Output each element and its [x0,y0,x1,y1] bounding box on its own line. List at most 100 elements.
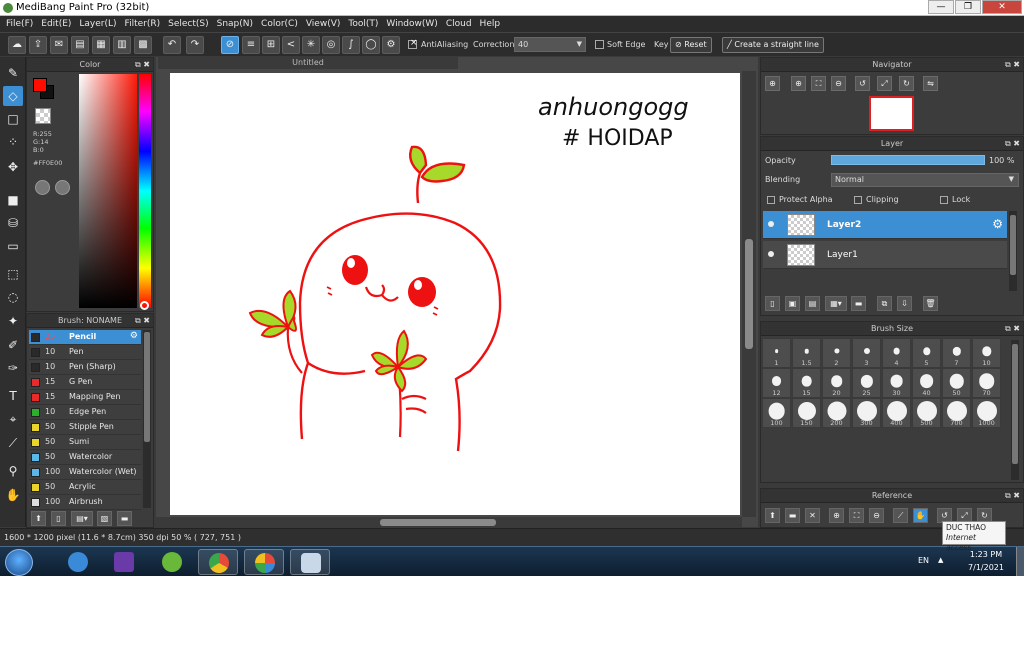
brush-size-cell[interactable]: 2 [822,338,851,368]
magic-wand-tool-icon[interactable]: ✦ [3,311,23,331]
document-icon[interactable]: ▦ [92,36,110,54]
taskbar-internet-explorer[interactable] [58,549,98,575]
cross-snap-icon[interactable]: ⊞ [262,36,280,54]
menu-item-colorc[interactable]: Color(C) [259,16,304,32]
ellipse-snap-icon[interactable]: ◯ [362,36,380,54]
brush-item[interactable]: 15 G Pen [29,375,141,390]
brush-item[interactable]: 100 Watercolor (Wet) [29,465,141,480]
protect-alpha-checkbox[interactable] [767,196,775,204]
menu-item-cloud[interactable]: Cloud [444,16,478,32]
rectangle-tool-icon[interactable]: □ [3,109,23,129]
radial-snap-icon[interactable]: ✳ [302,36,320,54]
delete-layer-icon[interactable]: 🗑 [923,296,938,311]
brush-item[interactable]: 50 Stipple Pen [29,420,141,435]
layer-list-scrollbar[interactable] [1009,211,1017,291]
brush-size-cell[interactable]: 10 [972,338,1001,368]
menu-item-help[interactable]: Help [478,16,507,32]
operation-tool-icon[interactable]: ⌖ [3,409,23,429]
parallel-snap-icon[interactable]: ≡ [242,36,260,54]
panel-close-icon[interactable]: ⧉ ✖ [135,314,150,328]
hue-slider[interactable] [139,74,151,308]
brush-size-cell[interactable]: 30 [882,368,911,398]
flip-icon[interactable]: ⇋ [923,76,938,91]
brush-item[interactable]: 10 Pen (Sharp) [29,360,141,375]
navigator-thumbnail[interactable] [869,96,914,131]
zoom-out-icon[interactable]: ⊖ [831,76,846,91]
text-tool-icon[interactable]: T [3,386,23,406]
correction-select[interactable]: 40 ▼ [514,37,586,52]
brush-size-cell[interactable]: 12 [762,368,791,398]
brush-tool-icon[interactable]: ✎ [3,63,23,83]
scrollbar-thumb[interactable] [144,332,150,442]
brush-size-cell[interactable]: 1000 [972,398,1001,428]
brush-size-cell[interactable]: 20 [822,368,851,398]
brush-size-scrollbar[interactable] [1011,340,1019,480]
snap-off-icon[interactable]: ⊘ [221,36,239,54]
panel-close-icon[interactable]: ⧉ ✖ [135,58,150,72]
close-reference-icon[interactable]: ✕ [805,508,820,523]
color-picker-icon[interactable] [55,180,70,195]
divide-tool-icon[interactable]: ⟋ [3,433,23,453]
saturation-value-picker[interactable] [79,74,137,308]
clock-date[interactable]: 7/1/2021 [964,563,1008,572]
brush-size-cell[interactable]: 200 [822,398,851,428]
menu-item-filef[interactable]: File(F) [4,16,39,32]
new-halftone-layer-icon[interactable]: ▣ [785,296,800,311]
select-tool-icon[interactable]: ⬚ [3,264,23,284]
brush-size-cell[interactable]: 1 [762,338,791,368]
brush-list-scrollbar[interactable] [143,330,151,508]
menu-item-edite[interactable]: Edit(E) [39,16,77,32]
new-brush-icon[interactable]: ▯ [51,511,66,526]
language-indicator[interactable]: EN [918,556,929,565]
scrollbar-thumb[interactable] [745,239,753,349]
brush-size-cell[interactable]: 700 [942,398,971,428]
brush-size-cell[interactable]: 40 [912,368,941,398]
menu-item-layerl[interactable]: Layer(L) [77,16,122,32]
antialiasing-checkbox[interactable] [408,38,418,49]
palette-icon[interactable] [35,180,50,195]
hue-handle[interactable] [140,301,149,310]
brush-size-cell[interactable]: 400 [882,398,911,428]
scrollbar-thumb[interactable] [1010,215,1016,275]
rotate-left-icon[interactable]: ↺ [855,76,870,91]
brush-size-cell[interactable]: 7 [942,338,971,368]
panel-close-icon[interactable]: ⧉ ✖ [1005,137,1020,151]
canvas-vertical-scrollbar[interactable] [742,71,756,517]
menu-item-snapn[interactable]: Snap(N) [215,16,259,32]
layer-row[interactable]: Layer2 ⚙ [763,211,1007,239]
brush-size-cell[interactable]: 150 [792,398,821,428]
eyedropper-tool-icon[interactable]: ⚲ [3,461,23,481]
brush-menu-icon[interactable]: ▤▾ [71,511,93,526]
brush-size-cell[interactable]: 500 [912,398,941,428]
zoom-in-icon[interactable]: ⊕ [829,508,844,523]
brush-item[interactable]: 100 Airbrush [29,495,141,510]
brush-item[interactable]: 50 Watercolor [29,450,141,465]
brush-folder-icon[interactable]: ▬ [117,511,132,526]
select-eraser-tool-icon[interactable]: ✑ [3,358,23,378]
blending-select[interactable]: Normal ▼ [831,173,1019,187]
brush-size-cell[interactable]: 100 [762,398,791,428]
cloud-icon[interactable]: ☁ [8,36,26,54]
panel-close-icon[interactable]: ⧉ ✖ [1005,322,1020,336]
brush-size-cell[interactable]: 3 [852,338,881,368]
clipping-checkbox[interactable] [854,196,862,204]
brush-item[interactable]: 25 Pencil ⚙ [29,330,141,345]
brush-item[interactable]: 50 Sumi [29,435,141,450]
new-layer-icon[interactable]: ▯ [765,296,780,311]
foreground-color-swatch[interactable] [33,78,47,92]
menu-item-toolt[interactable]: Tool(T) [346,16,384,32]
brush-item[interactable]: 10 Pen [29,345,141,360]
taskbar-visual-studio[interactable] [104,549,144,575]
brush-size-cell[interactable]: 15 [792,368,821,398]
drawing-canvas[interactable]: anhuongogg # HOIDAP [170,73,740,515]
zoom-fit-icon[interactable]: ⊕ [765,76,780,91]
minimize-button[interactable]: — [928,0,954,14]
document-tab[interactable]: Untitled [158,57,458,69]
chevron-up-icon[interactable]: ▲ [938,556,943,564]
menu-item-viewv[interactable]: View(V) [304,16,347,32]
chat-icon[interactable]: ▤ [71,36,89,54]
gear-icon[interactable]: ⚙ [992,217,1003,231]
circle-snap-icon[interactable]: ◎ [322,36,340,54]
layer-row[interactable]: Layer1 [763,241,1007,269]
gradient-tool-icon[interactable]: ▭ [3,236,23,256]
